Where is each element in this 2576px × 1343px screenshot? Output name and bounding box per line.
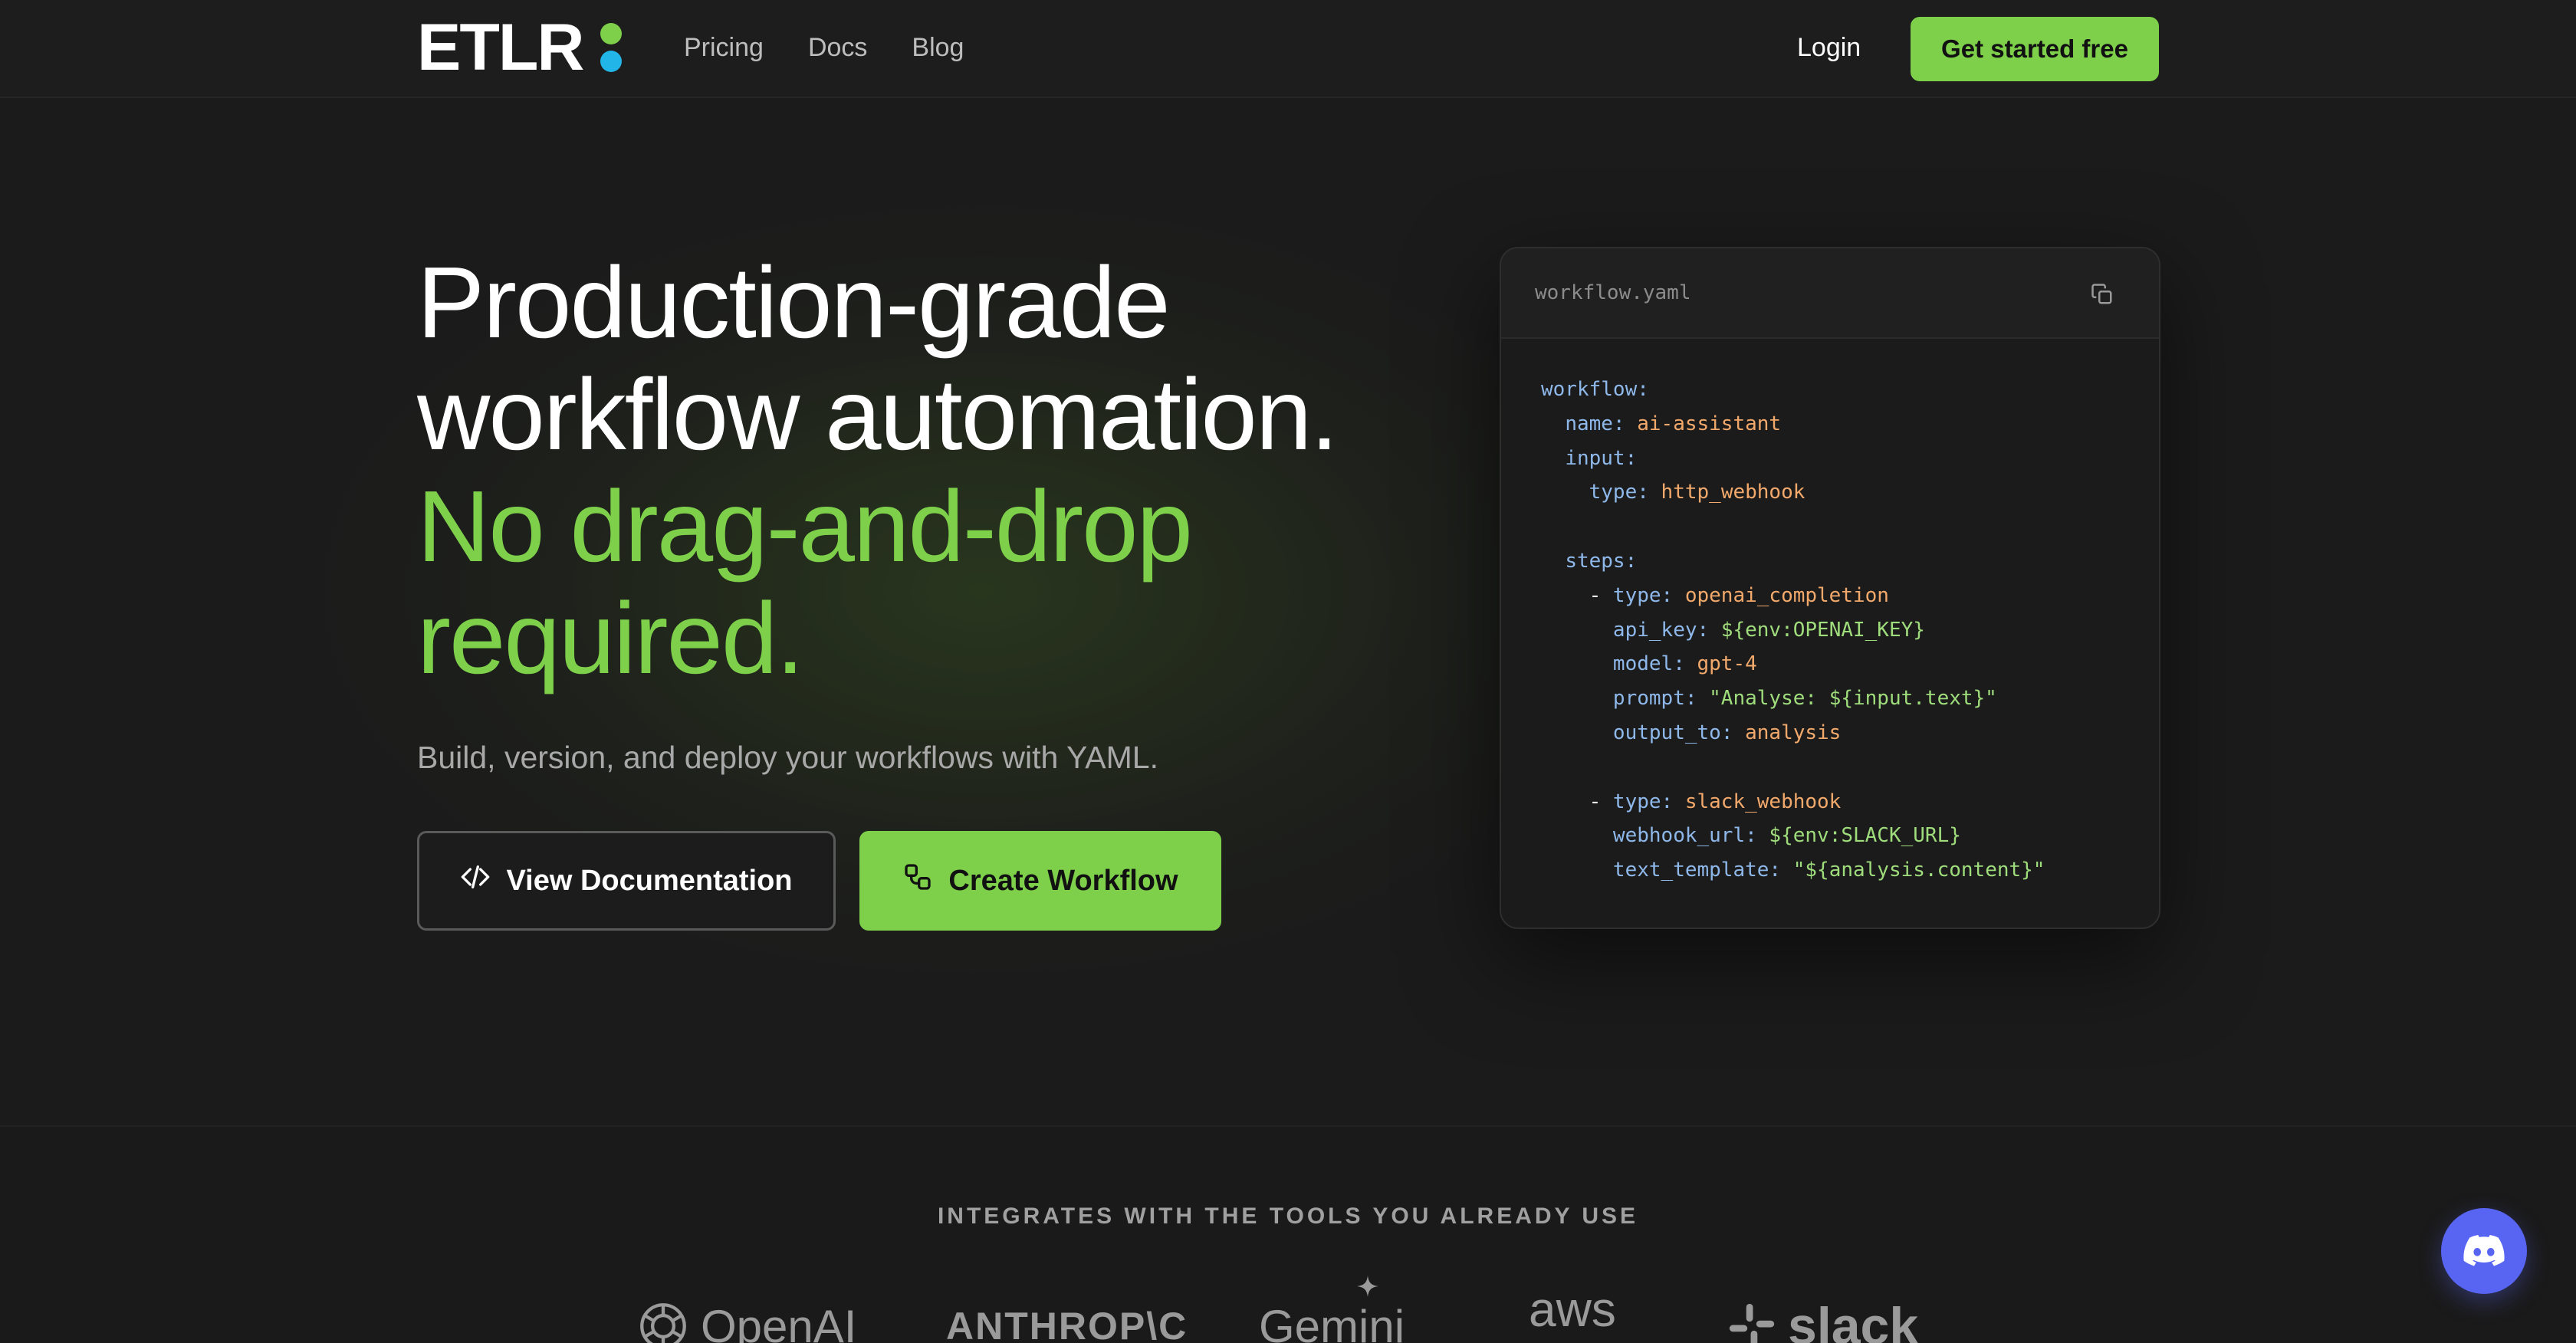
code-line: - type: openai_completion [1541,579,2045,613]
code-line: prompt: "Analyse: ${input.text}" [1541,681,2045,716]
nav-link-docs[interactable]: Docs [808,31,867,64]
workflow-icon [902,862,933,900]
create-workflow-label: Create Workflow [948,864,1178,897]
slack-logo: slack [1725,1295,1918,1343]
nav-link-blog[interactable]: Blog [912,31,964,64]
code-line: type: http_webhook [1541,475,2045,510]
logo-text: ETLR [417,11,585,84]
openai-icon [640,1303,686,1343]
hero-title-line-4: required. [417,582,804,694]
view-documentation-label: View Documentation [506,864,793,897]
code-value: slack_webhook [1684,790,1842,813]
code-card-header: workflow.yaml [1501,248,2159,339]
create-workflow-button[interactable]: Create Workflow [859,831,1221,931]
code-value: "${analysis.content}" [1792,859,2045,882]
openai-logo: OpenAI [635,1295,856,1343]
discord-chat-button[interactable] [2441,1208,2527,1294]
code-key: name: [1565,412,1638,435]
code-value: ${env:SLACK_URL} [1769,824,1961,848]
code-value: ai-assistant [1637,412,1782,435]
code-indent: - [1541,583,1613,607]
code-key: webhook_url: [1612,824,1769,848]
hero-title-line-1: Production-grade [417,246,1171,359]
anthropic-logo-text: ANTHROP\C [946,1305,1188,1343]
code-key: text_template: [1612,859,1793,882]
slack-icon [1729,1303,1775,1343]
hero-title: Production-grade workflow automation. No… [417,246,1339,694]
gemini-logo: Gemini [1259,1276,1405,1343]
code-key: prompt: [1612,687,1710,711]
code-line: name: ai-assistant [1541,407,2045,442]
code-line: workflow: [1541,373,2045,407]
gemini-sparkle-icon [1357,1276,1378,1297]
nav-link-pricing[interactable]: Pricing [684,31,764,64]
code-key: type: [1612,583,1685,607]
code-line: api_key: ${env:OPENAI_KEY} [1541,613,2045,648]
integration-logos: OpenAI ANTHROP\C Gemini aws slack [0,1276,2576,1343]
code-value: analysis [1745,721,1842,744]
code-key: input: [1565,446,1638,470]
logo-dot-blue [600,51,622,72]
code-line: output_to: analysis [1541,716,2045,750]
etlr-logo[interactable]: ETLR [417,11,622,84]
code-indent: - [1541,790,1613,813]
get-started-button[interactable]: Get started free [1911,17,2159,81]
code-value: gpt-4 [1697,652,1757,676]
openai-logo-text: OpenAI [701,1300,857,1343]
code-value: http_webhook [1661,481,1806,504]
aws-logo-text: aws [1529,1282,1616,1337]
code-block: workflow: name: ai-assistant input: type… [1541,373,2045,888]
discord-icon [2463,1235,2505,1266]
integrations-title: INTEGRATES WITH THE TOOLS YOU ALREADY US… [937,1203,1639,1229]
top-nav-bar: ETLR Pricing Docs Blog Login Get started… [0,0,2576,98]
integrations-section: INTEGRATES WITH THE TOOLS YOU ALREADY US… [0,1125,2576,1343]
code-key: type: [1589,481,1661,504]
hero-title-line-2: workflow automation. [417,358,1339,471]
logo-dot-green [600,23,622,44]
aws-logo: aws [1529,1279,1616,1340]
landing-page: ETLR Pricing Docs Blog Login Get started… [0,0,2576,1343]
code-line: webhook_url: ${env:SLACK_URL} [1541,819,2045,853]
code-line: text_template: "${analysis.content}" [1541,853,2045,888]
anthropic-logo: ANTHROP\C [946,1295,1188,1343]
code-key: steps: [1565,549,1638,573]
login-link[interactable]: Login [1797,31,1861,64]
code-key: type: [1612,790,1685,813]
gemini-logo-text: Gemini [1259,1300,1405,1343]
code-key: workflow: [1541,378,1649,401]
copy-icon[interactable] [2087,279,2118,310]
code-icon [460,862,491,900]
slack-logo-text: slack [1788,1297,1919,1343]
code-value: ${env:OPENAI_KEY} [1720,618,1925,642]
code-line: model: gpt-4 [1541,647,2045,681]
hero-title-line-3: No drag-and-drop [417,470,1193,583]
code-key: api_key: [1612,618,1721,642]
main-nav: Pricing Docs Blog [684,31,964,64]
code-key: output_to: [1612,721,1746,744]
yaml-code-card: workflow.yaml workflow: name: ai-assista… [1500,247,2160,929]
code-value: openai_completion [1684,583,1889,607]
code-key: model: [1612,652,1697,676]
code-filename: workflow.yaml [1535,281,1691,304]
logo-dots [600,23,622,72]
code-value: "Analyse: ${input.text}" [1709,687,1997,711]
hero-subtitle: Build, version, and deploy your workflow… [417,740,1158,775]
code-line: - type: slack_webhook [1541,785,2045,819]
view-documentation-button[interactable]: View Documentation [417,831,836,931]
code-line: input: [1541,442,2045,476]
code-line: steps: [1541,544,2045,579]
